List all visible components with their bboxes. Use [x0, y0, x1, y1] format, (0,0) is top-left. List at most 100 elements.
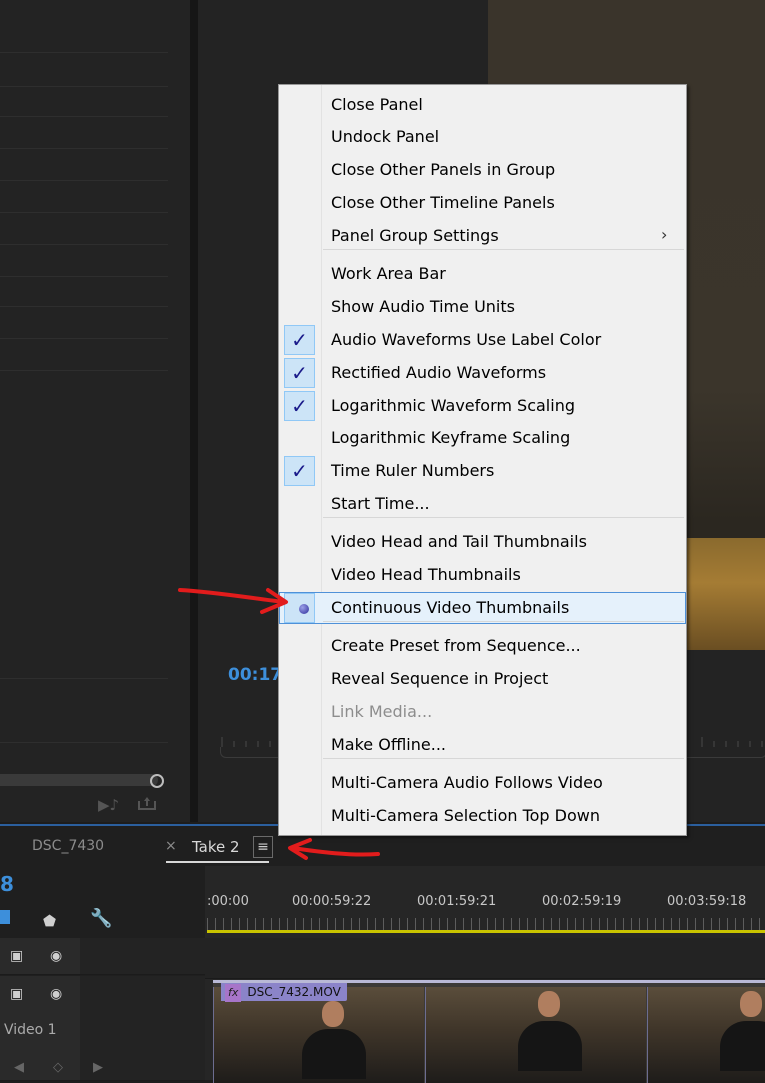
- radio-selected-box: [284, 593, 315, 623]
- wrench-icon[interactable]: 🔧: [90, 908, 112, 929]
- menu-item-audio-waveforms-use-label-color[interactable]: ✓ Audio Waveforms Use Label Color: [279, 324, 686, 356]
- menu-item-close-other-panels-in-group[interactable]: Close Other Panels in Group: [279, 154, 686, 186]
- zoom-scrollbar-handle[interactable]: [150, 774, 164, 788]
- thumbnail-person: [302, 1029, 366, 1079]
- menu-item-create-preset-from-sequence[interactable]: Create Preset from Sequence...: [279, 630, 686, 662]
- thumbnail-person: [538, 991, 560, 1017]
- ruler-label: :00:00: [207, 894, 249, 909]
- menu-separator: [323, 621, 684, 622]
- menu-item-undock-panel[interactable]: Undock Panel: [279, 121, 686, 153]
- sequence-timecode-fragment[interactable]: 8: [0, 872, 14, 896]
- menu-separator: [323, 249, 684, 250]
- check-icon: ✓: [284, 456, 315, 486]
- check-icon: ✓: [284, 358, 315, 388]
- thumbnail-person: [322, 1001, 344, 1027]
- track-headers: 8 ⬟ 🔧 ▣ ◉ ▣ ◉ Video 1 ◀ ◇ ▶: [0, 866, 205, 1081]
- thumbnail-person: [720, 1021, 765, 1071]
- menu-item-label: Show Audio Time Units: [331, 297, 515, 316]
- menu-item-time-ruler-numbers[interactable]: ✓ Time Ruler Numbers: [279, 455, 686, 487]
- eye-icon[interactable]: ◉: [50, 986, 62, 1002]
- list-row-divider: [0, 52, 168, 53]
- menu-item-logarithmic-keyframe-scaling[interactable]: Logarithmic Keyframe Scaling: [279, 422, 686, 454]
- menu-item-panel-group-settings[interactable]: Panel Group Settings ›: [279, 220, 686, 252]
- radio-dot-icon: [299, 604, 309, 614]
- menu-item-label: Close Other Timeline Panels: [331, 193, 555, 212]
- tab-dsc-7430[interactable]: DSC_7430: [32, 838, 104, 854]
- export-frame-icon[interactable]: [138, 796, 156, 810]
- menu-item-label: Work Area Bar: [331, 264, 446, 283]
- menu-item-link-media[interactable]: Link Media...: [279, 696, 686, 728]
- menu-item-reveal-sequence-in-project[interactable]: Reveal Sequence in Project: [279, 663, 686, 695]
- list-row-divider: [0, 370, 168, 371]
- check-icon: ✓: [284, 325, 315, 355]
- list-row-divider: [0, 742, 168, 743]
- add-keyframe-icon[interactable]: ◇: [53, 1060, 63, 1075]
- menu-item-label: Create Preset from Sequence...: [331, 636, 581, 655]
- prev-keyframe-icon[interactable]: ◀: [14, 1060, 24, 1075]
- list-row-divider: [0, 338, 168, 339]
- menu-item-logarithmic-waveform-scaling[interactable]: ✓ Logarithmic Waveform Scaling: [279, 390, 686, 422]
- menu-separator: [323, 758, 684, 759]
- panel-context-menu: Close Panel Undock Panel Close Other Panel…: [278, 84, 687, 836]
- tab-take-2[interactable]: Take 2: [192, 838, 240, 856]
- active-tab-underline: [166, 861, 269, 863]
- menu-item-label: Audio Waveforms Use Label Color: [331, 330, 602, 349]
- menu-separator: [323, 517, 684, 518]
- time-ruler[interactable]: [207, 918, 765, 930]
- menu-item-label: Close Other Panels in Group: [331, 160, 556, 179]
- menu-item-label: Close Panel: [331, 95, 423, 114]
- menu-item-label: Multi-Camera Audio Follows Video: [331, 773, 603, 792]
- audio-export-icon[interactable]: ▶♪: [98, 796, 119, 814]
- fx-badge[interactable]: fx: [225, 984, 242, 1002]
- menu-item-label: Logarithmic Waveform Scaling: [331, 396, 575, 415]
- menu-item-close-panel[interactable]: Close Panel: [279, 89, 686, 121]
- menu-item-label: Start Time...: [331, 494, 430, 513]
- menu-item-show-audio-time-units[interactable]: Show Audio Time Units: [279, 291, 686, 323]
- list-row-divider: [0, 116, 168, 117]
- snap-icon[interactable]: [0, 910, 10, 924]
- menu-item-multi-camera-selection-top-down[interactable]: Multi-Camera Selection Top Down: [279, 800, 686, 832]
- tab-close-icon[interactable]: ×: [165, 838, 177, 854]
- menu-item-label: Undock Panel: [331, 127, 440, 146]
- menu-item-label: Logarithmic Keyframe Scaling: [331, 428, 571, 447]
- camera-icon[interactable]: ▣: [10, 948, 23, 964]
- menu-item-video-head-thumbnails[interactable]: Video Head Thumbnails: [279, 559, 686, 591]
- menu-item-label: Link Media...: [331, 702, 433, 721]
- menu-item-close-other-timeline-panels[interactable]: Close Other Timeline Panels: [279, 187, 686, 219]
- panel-menu-icon[interactable]: ≡: [253, 836, 273, 858]
- panel-divider[interactable]: [190, 0, 198, 822]
- clip-thumbnail: [213, 987, 424, 1083]
- list-row-divider: [0, 306, 168, 307]
- work-area-bar[interactable]: [207, 930, 765, 933]
- menu-item-rectified-audio-waveforms[interactable]: ✓ Rectified Audio Waveforms: [279, 357, 686, 389]
- menu-item-video-head-and-tail-thumbnails[interactable]: Video Head and Tail Thumbnails: [279, 526, 686, 558]
- menu-item-label: Multi-Camera Selection Top Down: [331, 806, 600, 825]
- list-row-divider: [0, 180, 168, 181]
- track-v2[interactable]: [205, 938, 765, 979]
- menu-item-work-area-bar[interactable]: Work Area Bar: [279, 258, 686, 290]
- thumbnail-person: [518, 1021, 582, 1071]
- video-clip[interactable]: fx DSC_7432.MOV: [213, 980, 765, 1083]
- timeline-tracks: :00:00 00:00:59:22 00:01:59:21 00:02:59:…: [205, 866, 765, 1083]
- next-keyframe-icon[interactable]: ▶: [93, 1060, 103, 1075]
- menu-item-multi-camera-audio-follows-video[interactable]: Multi-Camera Audio Follows Video: [279, 767, 686, 799]
- eye-icon[interactable]: ◉: [50, 948, 62, 964]
- list-row-divider: [0, 678, 168, 679]
- playhead-timecode[interactable]: 00:17: [228, 665, 282, 685]
- camera-icon[interactable]: ▣: [10, 986, 23, 1002]
- menu-item-label: Panel Group Settings: [331, 226, 499, 245]
- marker-icon[interactable]: ⬟: [43, 912, 56, 930]
- menu-item-continuous-video-thumbnails[interactable]: Continuous Video Thumbnails: [279, 592, 686, 624]
- menu-item-start-time[interactable]: Start Time...: [279, 488, 686, 520]
- menu-item-make-offline[interactable]: Make Offline...: [279, 729, 686, 761]
- zoom-scrollbar[interactable]: [0, 774, 158, 786]
- track-name: Video 1: [4, 1022, 57, 1038]
- project-panel: ▶♪: [0, 0, 190, 822]
- list-row-divider: [0, 148, 168, 149]
- video-preview-detail: [686, 538, 765, 650]
- thumbnail-person: [740, 991, 762, 1017]
- clip-thumbnail: [425, 987, 646, 1083]
- menu-item-label: Time Ruler Numbers: [331, 461, 495, 480]
- list-row-divider: [0, 212, 168, 213]
- menu-item-label: Video Head Thumbnails: [331, 565, 521, 584]
